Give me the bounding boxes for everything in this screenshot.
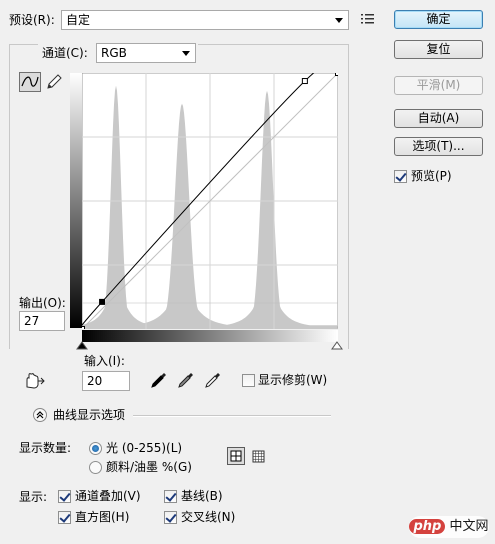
curve-control-point[interactable] — [301, 78, 308, 85]
ok-button[interactable]: 确定 — [394, 10, 483, 29]
curve-point-tool[interactable] — [19, 72, 41, 92]
channel-overlays-label: 通道叠加(V) — [75, 489, 141, 503]
chevron-up-icon — [36, 411, 44, 419]
histogram-checkbox[interactable] — [58, 511, 71, 524]
gray-eyedropper-icon[interactable] — [177, 371, 195, 389]
section-divider — [133, 415, 331, 417]
preset-value: 自定 — [66, 13, 91, 27]
grid-4-icon — [230, 450, 242, 462]
show-clipping-label: 显示修剪(W) — [258, 373, 328, 387]
preset-menu-icon[interactable] — [361, 13, 375, 25]
toggle-curve-options-button[interactable] — [33, 408, 47, 422]
hand-target-icon[interactable] — [23, 372, 45, 390]
curve-control-point[interactable] — [335, 73, 339, 76]
intersection-checkbox[interactable] — [164, 511, 177, 524]
light-radio[interactable] — [89, 442, 102, 455]
white-point-slider[interactable] — [330, 341, 344, 351]
input-label: 输入(I): — [84, 354, 125, 368]
channel-value: RGB — [101, 46, 127, 60]
channel-row: 通道(C): RGB — [38, 42, 198, 64]
simple-grid-button[interactable] — [227, 447, 245, 465]
baseline-checkbox[interactable] — [164, 490, 177, 503]
input-gradient-bar — [82, 330, 338, 342]
preset-label: 预设(R): — [9, 13, 55, 27]
channel-overlays-checkbox[interactable] — [58, 490, 71, 503]
preview-checkbox[interactable] — [394, 170, 407, 183]
site-watermark: php 中文网 — [409, 516, 489, 538]
black-eyedropper-icon[interactable] — [150, 371, 168, 389]
preview-label: 预览(P) — [411, 169, 452, 183]
curve-graph[interactable] — [82, 73, 338, 329]
reset-button[interactable]: 复位 — [394, 40, 483, 59]
watermark-brand: php — [409, 519, 446, 534]
intersection-label: 交叉线(N) — [181, 510, 236, 524]
output-gradient-bar — [70, 73, 82, 328]
pencil-icon[interactable] — [46, 73, 62, 91]
black-point-slider[interactable] — [75, 341, 89, 351]
curve-point-icon — [21, 76, 39, 87]
channel-label: 通道(C): — [42, 46, 88, 60]
channel-select[interactable]: RGB — [96, 43, 196, 63]
input-field[interactable]: 20 — [82, 371, 130, 391]
curve-options-title: 曲线显示选项 — [53, 408, 126, 422]
pigment-radio-label: 颜料/油墨 %(G) — [106, 460, 192, 474]
chevron-down-icon — [182, 51, 190, 56]
output-field[interactable]: 27 — [19, 311, 65, 331]
show-label: 显示: — [19, 490, 48, 504]
auto-button[interactable]: 自动(A) — [394, 109, 483, 128]
options-button[interactable]: 选项(T)... — [394, 137, 483, 156]
pigment-radio[interactable] — [89, 461, 102, 474]
watermark-text: 中文网 — [449, 519, 489, 534]
baseline-label: 基线(B) — [181, 489, 223, 503]
chevron-down-icon — [335, 18, 343, 23]
histogram-label: 直方图(H) — [75, 510, 130, 524]
curve-control-point[interactable] — [99, 298, 106, 305]
output-label: 输出(O): — [19, 296, 66, 310]
smooth-button[interactable]: 平滑(M) — [394, 76, 483, 95]
curve-control-point[interactable] — [82, 326, 85, 330]
grid-10-icon[interactable] — [251, 449, 266, 464]
white-eyedropper-icon[interactable] — [204, 371, 222, 389]
preset-select[interactable]: 自定 — [61, 10, 349, 30]
show-clipping-checkbox[interactable] — [242, 374, 255, 387]
display-amount-label: 显示数量: — [19, 441, 72, 455]
light-radio-label: 光 (0-255)(L) — [106, 441, 183, 455]
